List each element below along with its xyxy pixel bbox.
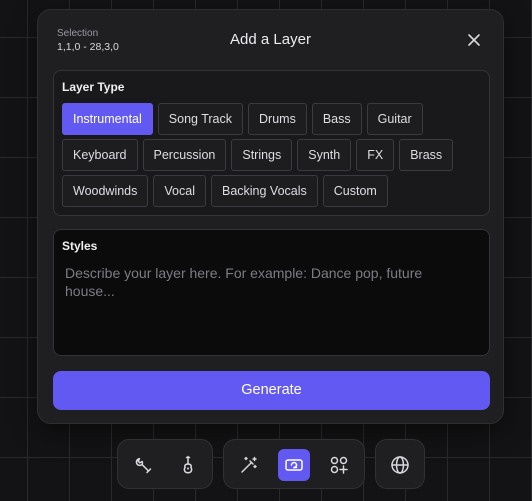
close-button[interactable] [464, 30, 484, 50]
toolbar-group-globe [375, 439, 425, 489]
layer-type-chip[interactable]: Bass [311, 103, 362, 135]
toolbar-group-generate [223, 439, 365, 489]
layer-type-options: Instrumental Song Track Drums Bass Guita… [62, 103, 487, 211]
layer-type-row: Instrumental Song Track Drums Bass Guita… [62, 103, 487, 135]
dialog-title: Add a Layer [230, 31, 311, 48]
wrench-icon [135, 458, 152, 474]
styles-textarea[interactable]: Describe your layer here. For example: D… [65, 264, 465, 344]
layer-type-chip[interactable]: Synth [297, 139, 352, 171]
guitar-tool-button[interactable] [172, 449, 204, 481]
styles-heading: Styles [62, 239, 98, 253]
layer-type-chip[interactable]: FX [356, 139, 395, 171]
guitar-icon [183, 455, 193, 474]
layer-type-chip[interactable]: Song Track [157, 103, 244, 135]
layer-type-chip[interactable]: Guitar [366, 103, 423, 135]
styles-panel: Styles Describe your layer here. For exa… [53, 229, 490, 356]
layer-type-chip[interactable]: Percussion [142, 139, 227, 171]
add-grid-icon [330, 456, 348, 474]
close-icon [468, 34, 480, 46]
layer-type-chip[interactable]: Drums [248, 103, 307, 135]
add-layer-dialog: Selection 1,1,0 - 28,3,0 Add a Layer Lay… [37, 9, 504, 424]
add-grid-tool-button[interactable] [323, 449, 355, 481]
layer-type-chip[interactable]: Keyboard [62, 139, 138, 171]
layer-type-chip[interactable]: Strings [231, 139, 293, 171]
generate-button[interactable]: Generate [53, 371, 490, 410]
magic-wand-tool-button[interactable] [233, 449, 265, 481]
layer-type-row: Keyboard Percussion Strings Synth FX Bra… [62, 139, 487, 171]
layer-type-row: Woodwinds Vocal Backing Vocals Custom [62, 175, 487, 207]
layer-type-chip[interactable]: Backing Vocals [210, 175, 318, 207]
globe-tool-button[interactable] [384, 449, 416, 481]
magic-wand-icon [241, 456, 257, 473]
layer-type-heading: Layer Type [62, 80, 125, 94]
layer-type-chip[interactable]: Custom [322, 175, 388, 207]
toolbar-group-tools [117, 439, 213, 489]
globe-icon [391, 456, 409, 474]
loop-tool-button[interactable] [278, 449, 310, 481]
layer-type-panel: Layer Type Instrumental Song Track Drums… [53, 70, 490, 216]
layer-type-chip[interactable]: Woodwinds [62, 175, 149, 207]
layer-type-chip[interactable]: Instrumental [62, 103, 153, 135]
wrench-tool-button[interactable] [127, 449, 159, 481]
layer-type-chip[interactable]: Vocal [153, 175, 206, 207]
layer-type-chip[interactable]: Brass [399, 139, 454, 171]
loop-icon [285, 459, 303, 471]
